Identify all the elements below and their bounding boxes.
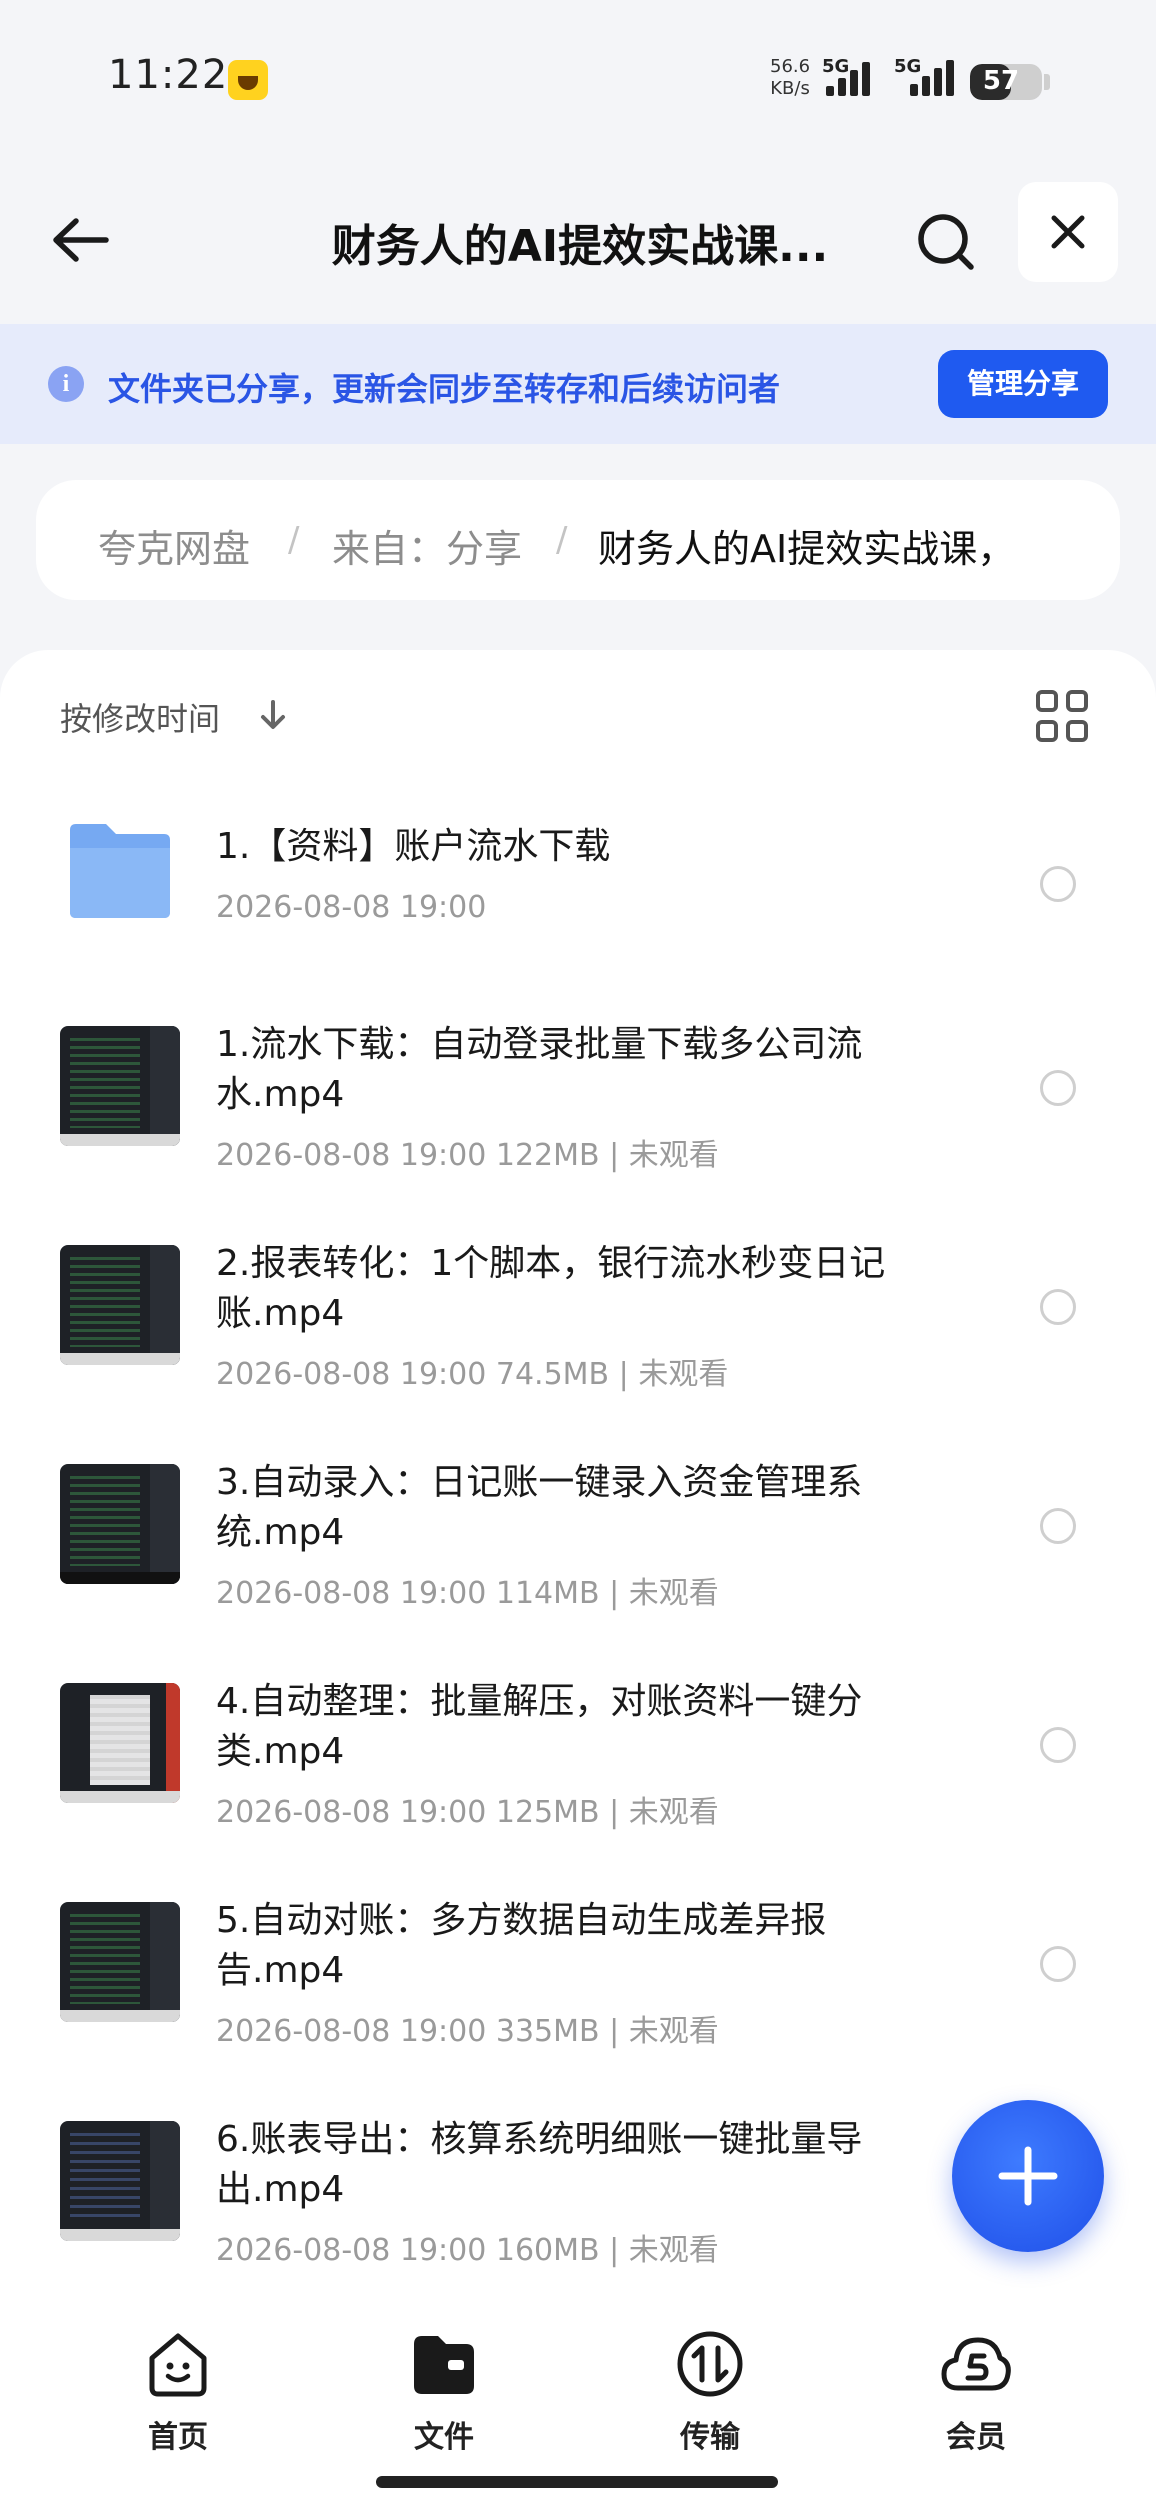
folder-icon (414, 2336, 474, 2394)
video-thumbnail (60, 2121, 180, 2241)
file-list-panel: 按修改时间 1.【资料】账户流水下载 2026-08-08 19:00 1.流水… (0, 650, 1156, 2290)
video-thumbnail (60, 1026, 180, 1146)
share-banner: i 文件夹已分享，更新会同步至转存和后续访问者 管理分享 (0, 324, 1156, 444)
page-title: 财务人的AI提效实战课... (331, 221, 829, 272)
tab-label: 首页 (148, 2420, 208, 2455)
breadcrumb-root[interactable]: 夸克网盘 (98, 518, 250, 573)
file-name: 2.报表转化：1个脚本，银行流水秒变日记账.mp4 (216, 1243, 886, 1334)
video-thumbnail (60, 1464, 180, 1584)
sort-down-icon (261, 700, 285, 729)
close-button[interactable] (1018, 182, 1118, 282)
net-speed-value: 56.6 (770, 56, 811, 77)
breadcrumb-separator: / (288, 520, 300, 560)
tab-vip[interactable]: 会员 (906, 2328, 1046, 2458)
home-face-icon (149, 2333, 207, 2397)
grid-view-icon[interactable] (1036, 690, 1092, 746)
file-name: 6.账表导出：核算系统明细账一键批量导出.mp4 (216, 2119, 863, 2210)
select-radio[interactable] (1040, 1727, 1076, 1763)
battery-level: 57 (982, 66, 1020, 96)
net-speed: 56.6 KB/s (770, 56, 810, 100)
select-radio[interactable] (1040, 1289, 1076, 1325)
file-meta: 2026-08-08 19:00 122MB | 未观看 (216, 1138, 719, 1173)
tab-label: 文件 (414, 2420, 474, 2455)
status-bar: 11:22 56.6 KB/s 5G 5G 57 (0, 0, 1156, 160)
file-meta: 2026-08-08 19:00 74.5MB | 未观看 (216, 1357, 729, 1392)
file-meta: 2026-08-08 19:00 114MB | 未观看 (216, 1576, 719, 1611)
status-time: 11:22 (108, 52, 229, 98)
home-indicator[interactable] (376, 2476, 778, 2488)
select-radio[interactable] (1040, 1070, 1076, 1106)
file-meta: 2026-08-08 19:00 160MB | 未观看 (216, 2233, 719, 2268)
sort-button[interactable]: 按修改时间 (60, 694, 220, 740)
file-name: 5.自动对账：多方数据自动生成差异报告.mp4 (216, 1900, 827, 1991)
video-thumbnail (60, 1902, 180, 2022)
breadcrumb-separator: / (556, 520, 568, 560)
breadcrumb-shared[interactable]: 来自：分享 (332, 518, 522, 573)
select-radio[interactable] (1040, 866, 1076, 902)
info-icon: i (48, 366, 84, 402)
signal-2-label: 5G (894, 56, 922, 77)
share-banner-text: 文件夹已分享，更新会同步至转存和后续访问者 (108, 370, 781, 408)
battery-icon: 57 (970, 64, 1042, 100)
list-item[interactable]: 5.自动对账：多方数据自动生成差异报告.mp4 2026-08-08 19:00… (0, 1896, 1156, 2106)
file-name: 1.流水下载：自动登录批量下载多公司流水.mp4 (216, 1024, 863, 1115)
back-button[interactable] (40, 200, 120, 280)
list-item[interactable]: 2.报表转化：1个脚本，银行流水秒变日记账.mp4 2026-08-08 19:… (0, 1239, 1156, 1449)
tab-label: 会员 (946, 2420, 1006, 2455)
close-icon (1051, 215, 1085, 249)
breadcrumb-current: 财务人的AI提效实战课， (598, 527, 1016, 571)
app-notification-icon (228, 60, 268, 100)
file-name: 4.自动整理：批量解压，对账资料一键分类.mp4 (216, 1681, 863, 1772)
select-radio[interactable] (1040, 1508, 1076, 1544)
breadcrumb: 夸克网盘 / 来自：分享 / 财务人的AI提效实战课， (36, 480, 1120, 600)
add-button[interactable] (952, 2100, 1104, 2252)
file-meta: 2026-08-08 19:00 335MB | 未观看 (216, 2014, 719, 2049)
file-name: 3.自动录入：日记账一键录入资金管理系统.mp4 (216, 1462, 863, 1553)
tab-transfer[interactable]: 传输 (640, 2328, 780, 2458)
tab-label: 传输 (680, 2420, 740, 2455)
file-name: 1.【资料】账户流水下载 (216, 826, 611, 867)
tab-files[interactable]: 文件 (374, 2328, 514, 2458)
file-meta: 2026-08-08 19:00 125MB | 未观看 (216, 1795, 719, 1830)
signal-1-icon: 5G (822, 56, 892, 100)
signal-2-icon: 5G (894, 56, 964, 100)
arrow-left-icon (53, 218, 109, 262)
transfer-icon (677, 2331, 743, 2397)
list-item[interactable]: 3.自动录入：日记账一键录入资金管理系统.mp4 2026-08-08 19:0… (0, 1458, 1156, 1668)
video-thumbnail (60, 1683, 180, 1803)
search-icon (918, 214, 974, 270)
file-meta: 2026-08-08 19:00 (216, 890, 487, 925)
plus-icon (998, 2146, 1058, 2206)
battery-tip (1044, 74, 1050, 90)
list-item[interactable]: 4.自动整理：批量解压，对账资料一键分类.mp4 2026-08-08 19:0… (0, 1677, 1156, 1887)
video-thumbnail (60, 1245, 180, 1365)
folder-icon (70, 824, 170, 918)
manage-share-button[interactable]: 管理分享 (938, 350, 1108, 418)
tab-home[interactable]: 首页 (108, 2328, 248, 2458)
search-button[interactable] (906, 202, 986, 282)
list-item[interactable]: 1.流水下载：自动登录批量下载多公司流水.mp4 2026-08-08 19:0… (0, 1020, 1156, 1230)
signal-1-label: 5G (822, 56, 850, 77)
net-speed-unit: KB/s (770, 78, 810, 99)
vip-cloud-icon (941, 2337, 1011, 2391)
top-bar: 财务人的AI提效实战课... (0, 160, 1156, 320)
select-radio[interactable] (1040, 1946, 1076, 1982)
list-item[interactable]: 1.【资料】账户流水下载 2026-08-08 19:00 (0, 810, 1156, 1020)
